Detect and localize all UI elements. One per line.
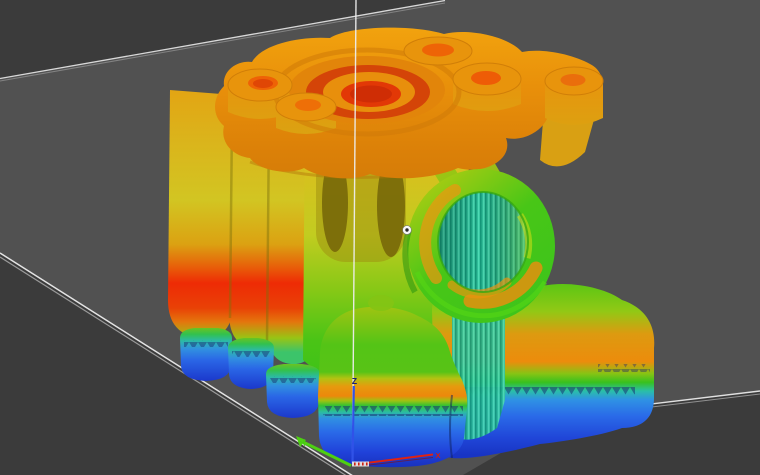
x-axis-label: X [435, 451, 440, 460]
z-axis-label: Z [352, 376, 357, 386]
origin-scale-widget [352, 461, 369, 467]
support-teeth-center [323, 406, 463, 416]
part-base-left-back [180, 328, 232, 381]
part-surface-nub [368, 295, 394, 311]
part-base-left-front [266, 364, 320, 418]
crosshair-dot-icon [402, 225, 412, 235]
z-axis-line [351, 385, 355, 464]
3d-viewport[interactable]: Z Y X [0, 0, 760, 475]
